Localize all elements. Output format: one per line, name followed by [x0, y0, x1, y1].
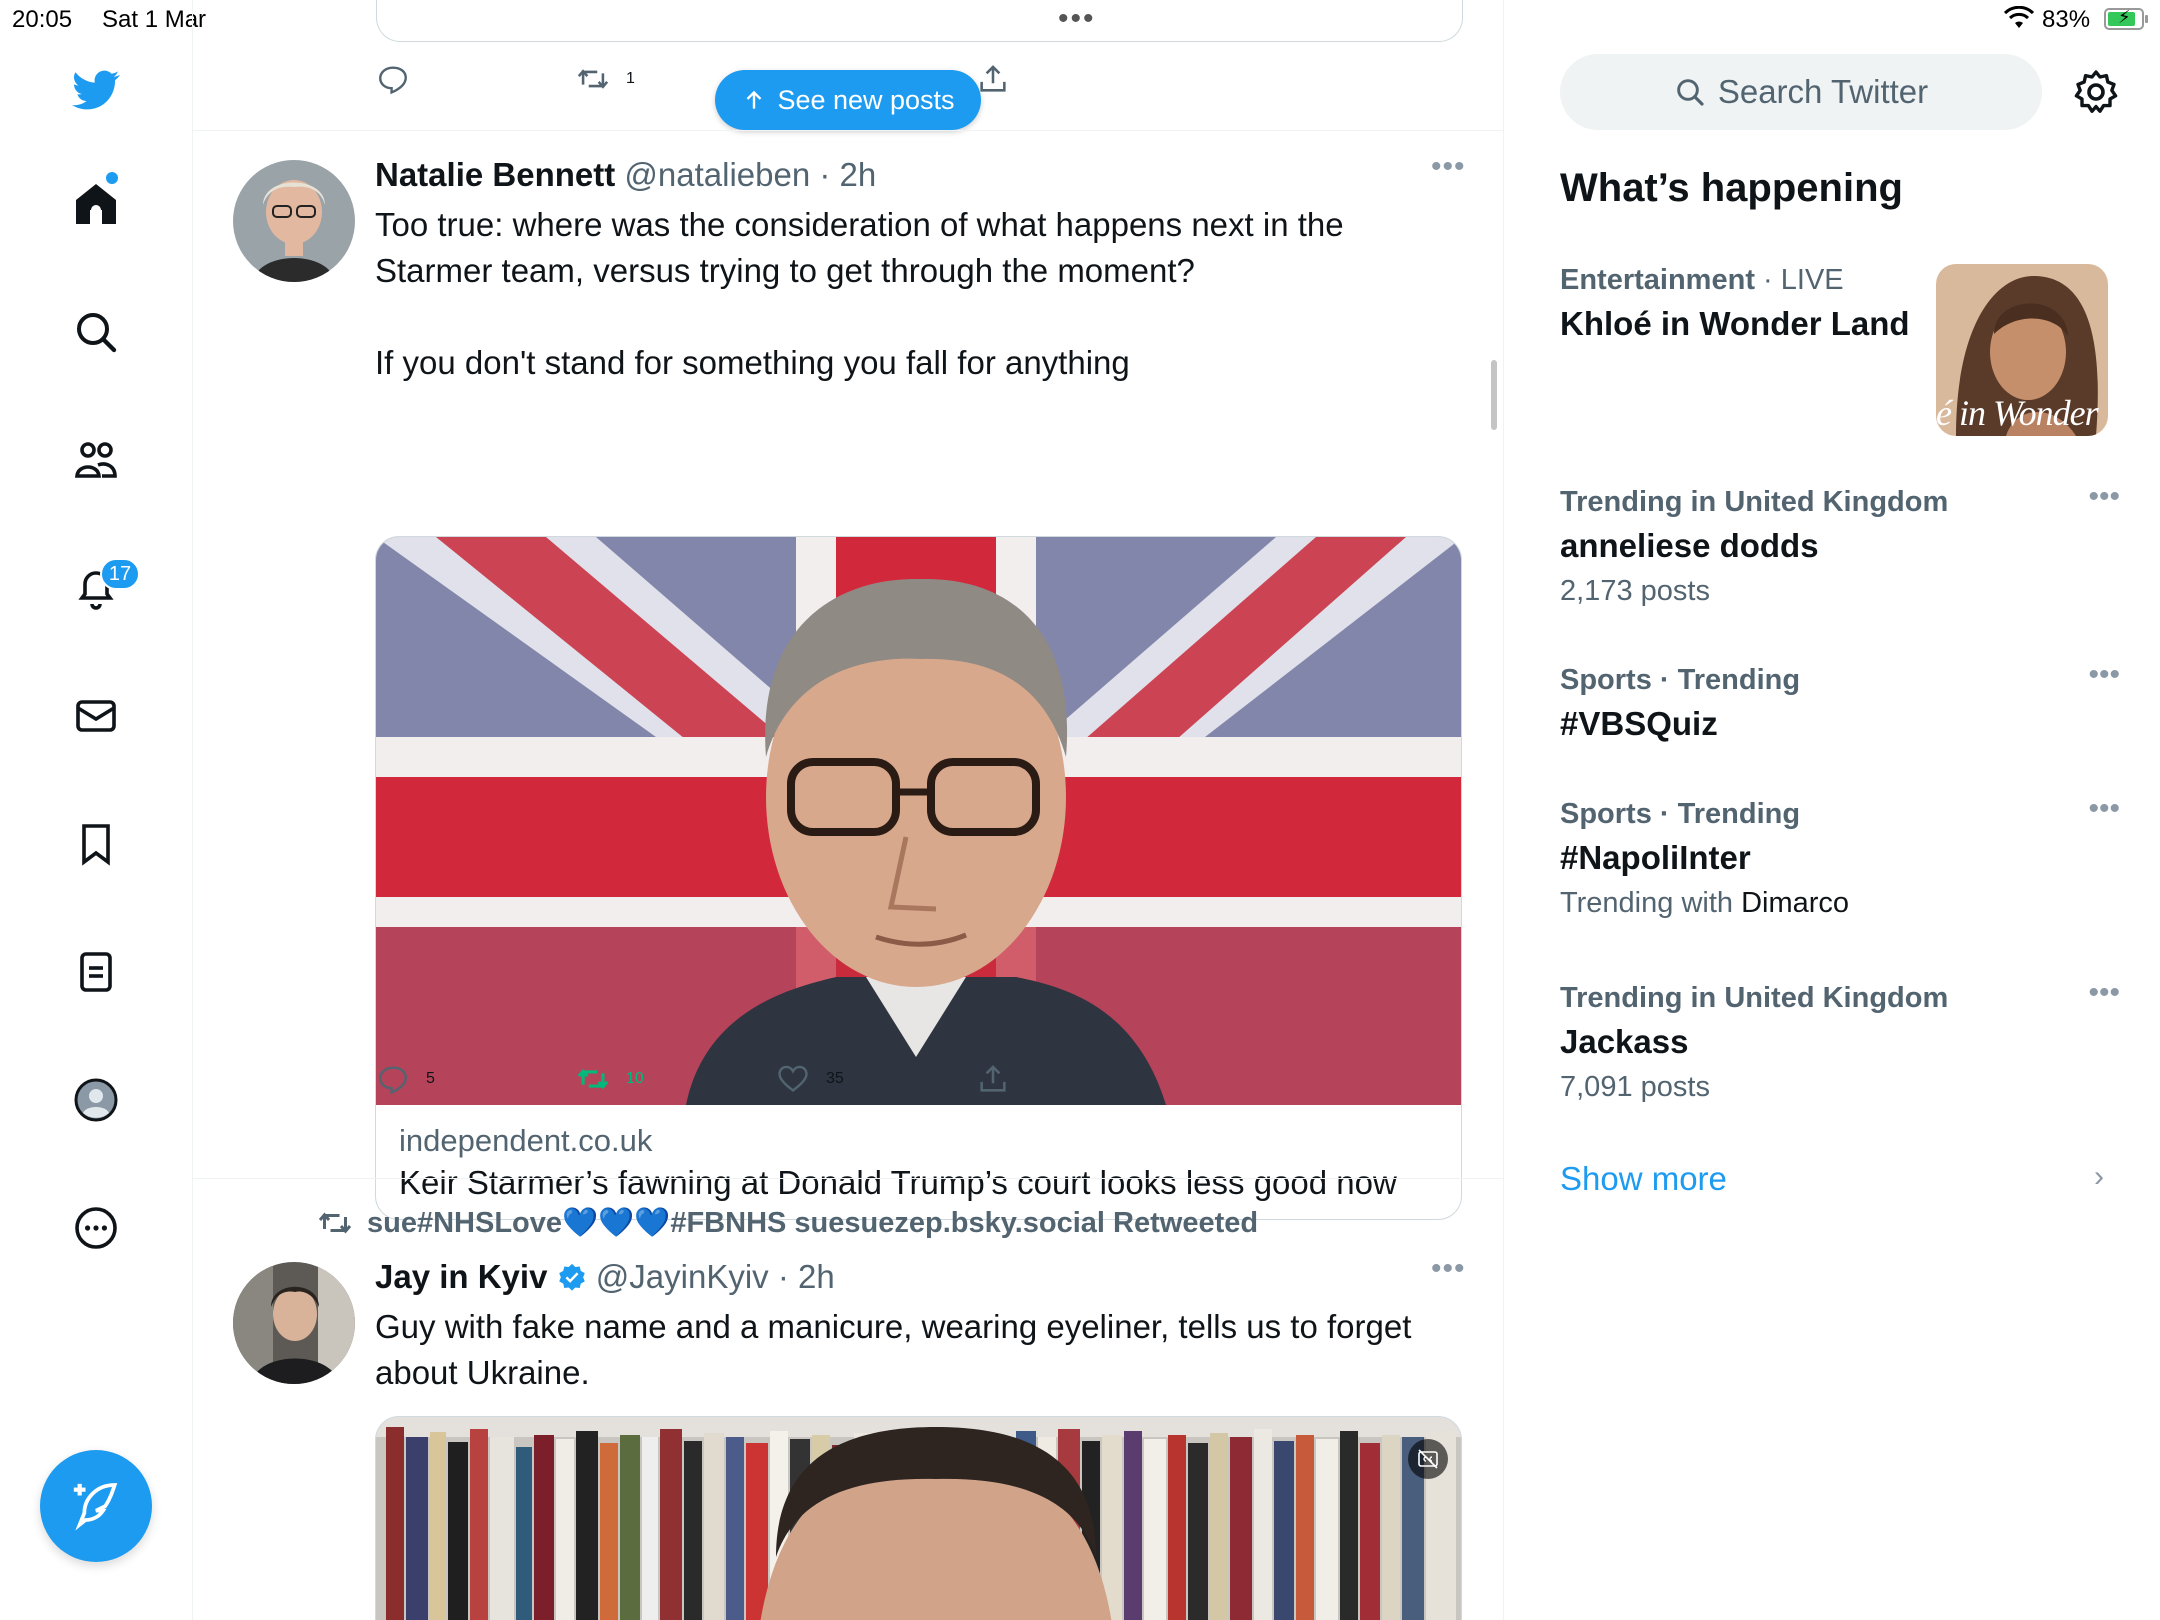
trend-thumbnail[interactable]: é in Wonder l [1936, 264, 2108, 436]
trend-context: Sports · Trending [1560, 664, 1801, 696]
trend-count: 7,091 posts [1560, 1071, 1710, 1103]
home-icon[interactable] [64, 172, 128, 236]
tweet-header: Jay in Kyiv @JayinKyiv · 2h [375, 1258, 835, 1296]
trend-item[interactable]: Sports · Trending #NapoliInter Trending … [1560, 792, 2120, 920]
more-icon[interactable] [64, 1196, 128, 1260]
lists-icon[interactable] [64, 940, 128, 1004]
compose-tweet-button[interactable] [40, 1450, 152, 1562]
settings-gear-icon[interactable] [2072, 68, 2120, 116]
notifications-badge: 17 [100, 558, 140, 590]
right-sidebar: Search Twitter What’s happening Entertai… [1504, 0, 2160, 1620]
avatar[interactable] [233, 1262, 355, 1384]
twitter-logo-icon[interactable] [64, 58, 128, 122]
profile-icon[interactable] [64, 1068, 128, 1132]
trend-more-icon[interactable]: ••• [2088, 792, 2120, 826]
chevron-right-icon[interactable]: › [2094, 1160, 2104, 1194]
messages-icon[interactable] [64, 684, 128, 748]
trend-title: Jackass [1560, 1023, 1689, 1060]
left-navigation: 17 [0, 0, 193, 1620]
tweet-text-line: about Ukraine. [375, 1354, 590, 1391]
tweet-time[interactable]: · 2h [778, 1258, 835, 1295]
trending-with-label: Trending with [1560, 887, 1734, 919]
bookmarks-icon[interactable] [64, 812, 128, 876]
compose-feather-icon [73, 1483, 118, 1531]
search-placeholder: Search Twitter [1717, 73, 1929, 110]
tweet-text: Guy with fake name and a manicure, weari… [375, 1304, 1455, 1396]
whats-happening-heading: What’s happening [1560, 166, 1903, 210]
trend-more-icon[interactable]: ••• [2088, 480, 2120, 514]
feed-scrollbar[interactable] [1491, 360, 1497, 430]
retweeted-by-line[interactable]: sue#NHSLove💙💙💙#FBNHS suesuezep.bsky.soci… [317, 1205, 1258, 1241]
tweet-text-line: Guy with fake name and a manicure, weari… [375, 1308, 1412, 1345]
trend-context: Sports · Trending [1560, 798, 1801, 830]
show-more-link[interactable]: Show more [1560, 1160, 1727, 1198]
tweet[interactable]: sue#NHSLove💙💙💙#FBNHS suesuezep.bsky.soci… [193, 0, 1503, 1620]
trend-context: Trending in United Kingdom [1560, 486, 1949, 518]
search-icon[interactable] [64, 300, 128, 364]
communities-icon[interactable] [64, 428, 128, 492]
search-box[interactable]: Search Twitter [1560, 54, 2042, 130]
search-icon [1677, 79, 1704, 106]
trend-live-label: · LIVE [1763, 264, 1844, 296]
trend-title: #VBSQuiz [1560, 705, 1718, 742]
trend-more-icon[interactable]: ••• [2088, 976, 2120, 1010]
trend-context: Entertainment [1560, 264, 1755, 296]
tweet-more-icon[interactable]: ••• [1431, 1252, 1466, 1286]
timeline-feed[interactable]: 1 See new posts Natalie Bennett @natalie… [193, 0, 1504, 1620]
home-unread-dot [106, 172, 118, 184]
trending-with-term[interactable]: Dimarco [1741, 887, 1849, 919]
captions-icon[interactable] [1408, 1439, 1448, 1479]
trend-item[interactable]: Trending in United Kingdom Jackass 7,091… [1560, 976, 2120, 1104]
verified-badge-icon [558, 1263, 585, 1291]
author-handle[interactable]: @JayinKyiv [596, 1258, 769, 1295]
retweet-icon [318, 1212, 352, 1234]
trend-item[interactable]: Sports · Trending #VBSQuiz ••• [1560, 658, 2120, 743]
trend-thumbnail-text: é in Wonder l [1936, 393, 2108, 433]
trend-count: 2,173 posts [1560, 575, 1710, 607]
retweeted-by-text: sue#NHSLove💙💙💙#FBNHS suesuezep.bsky.soci… [367, 1207, 1259, 1239]
trend-item[interactable]: Trending in United Kingdom anneliese dod… [1560, 480, 2120, 608]
author-name[interactable]: Jay in Kyiv [375, 1258, 547, 1295]
trend-context: Trending in United Kingdom [1560, 982, 1949, 1014]
trend-title: anneliese dodds [1560, 527, 1819, 564]
trend-more-icon[interactable]: ••• [2088, 658, 2120, 692]
tweet-video[interactable] [375, 1416, 1462, 1620]
trend-title: #NapoliInter [1560, 839, 1751, 876]
